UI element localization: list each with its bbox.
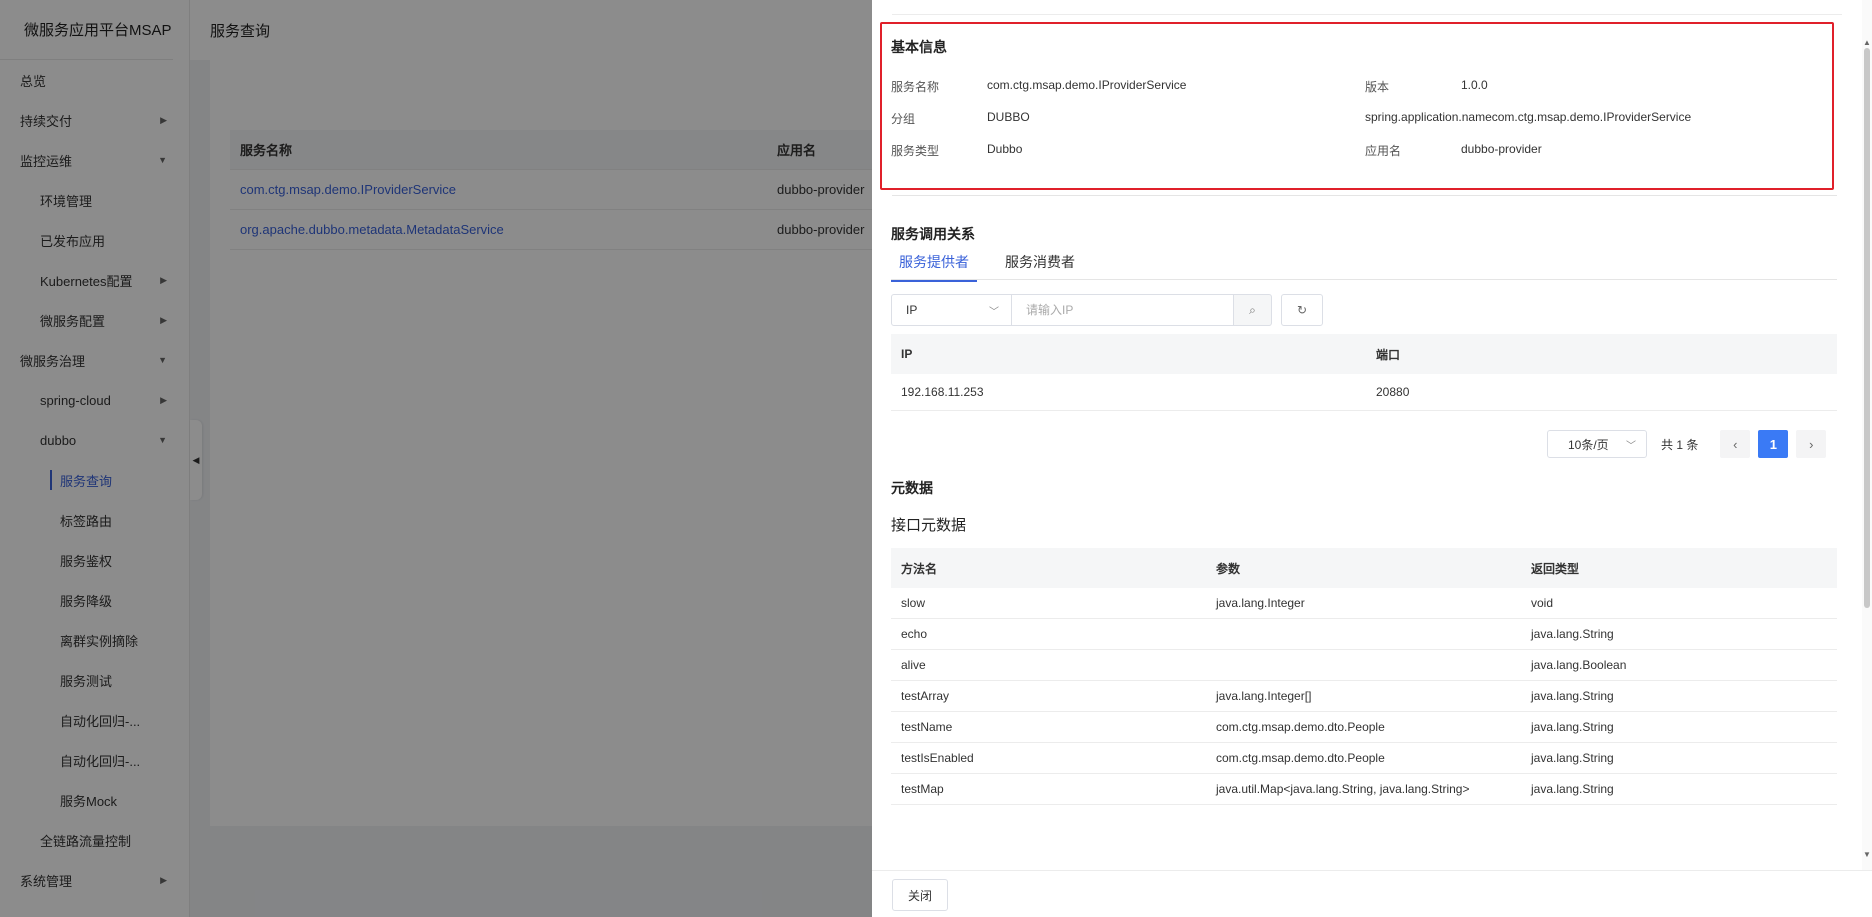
table-row: slow java.lang.Integer void (891, 588, 1837, 619)
metadata-title: 元数据 (891, 480, 933, 496)
params-cell: java.util.Map<java.lang.String, java.lan… (1216, 782, 1470, 796)
app-name-value: dubbo-provider (1461, 142, 1542, 156)
method-cell: alive (901, 658, 926, 672)
return-type-cell: java.lang.String (1531, 627, 1614, 641)
spring-app-name-value: spring.application.namecom.ctg.msap.demo… (1365, 110, 1692, 124)
metadata-table: 方法名 参数 返回类型 slow java.lang.Integer void ech… (891, 548, 1837, 805)
column-header-method: 方法名 (901, 561, 938, 576)
table-row: testArray java.lang.Integer[] java.lang.St… (891, 681, 1837, 712)
next-page-button[interactable]: › (1796, 430, 1827, 458)
tab-providers[interactable]: 服务提供者 (891, 252, 977, 282)
search-field-value: IP (906, 303, 918, 317)
scroll-thumb[interactable] (1864, 48, 1870, 608)
table-row: alive java.lang.Boolean (891, 650, 1837, 681)
pagination: 10条/页 ﹀ 共 1 条 ‹ 1 › (1547, 430, 1827, 458)
return-type-cell: java.lang.String (1531, 720, 1614, 734)
version-value: 1.0.0 (1461, 78, 1488, 92)
return-type-cell: java.lang.String (1531, 751, 1614, 765)
chevron-down-icon: ﹀ (989, 307, 999, 318)
chevron-right-icon: › (1809, 436, 1814, 452)
params-cell: com.ctg.msap.demo.dto.People (1216, 720, 1385, 734)
return-type-cell: java.lang.String (1531, 689, 1614, 703)
method-cell: testIsEnabled (901, 751, 974, 765)
tab-consumers[interactable]: 服务消费者 (1005, 252, 1075, 282)
page-size-select[interactable]: 10条/页 ﹀ (1547, 430, 1647, 458)
method-cell: testArray (901, 689, 950, 703)
table-row: echo java.lang.String (891, 619, 1837, 650)
method-cell: echo (901, 627, 928, 641)
close-button[interactable]: 关闭 (892, 879, 948, 911)
return-type-cell: java.lang.Boolean (1531, 658, 1627, 672)
table-header: IP 端口 (891, 334, 1837, 374)
relation-tabs: 服务提供者 服务消费者 (891, 252, 1103, 282)
basic-info-title: 基本信息 (891, 39, 947, 55)
column-header-return: 返回类型 (1531, 561, 1580, 576)
search-icon: ⌕ (1249, 302, 1256, 317)
search-button[interactable]: ⌕ (1234, 294, 1272, 326)
refresh-icon: ↻ (1296, 303, 1308, 317)
scroll-up-icon[interactable]: ▲ (1863, 38, 1871, 47)
chevron-down-icon: ﹀ (1626, 441, 1636, 452)
column-header-ip: IP (901, 347, 913, 361)
search-field-select[interactable]: IP ﹀ (891, 294, 1012, 326)
return-type-cell: java.lang.String (1531, 782, 1614, 796)
table-row: testIsEnabled com.ctg.msap.demo.dto.Peopl… (891, 743, 1837, 774)
service-type-label: 服务类型 (891, 144, 940, 158)
params-cell: java.lang.Integer[] (1216, 689, 1312, 703)
ip-cell: 192.168.11.253 (901, 385, 984, 399)
ip-search-group: IP ﹀ ⌕ (891, 294, 1272, 326)
total-count: 共 1 条 (1661, 437, 1699, 452)
relations-title: 服务调用关系 (891, 226, 975, 242)
group-value: DUBBO (987, 110, 1030, 124)
app-name-label: 应用名 (1365, 144, 1402, 158)
interface-metadata-subtitle: 接口元数据 (891, 517, 967, 534)
ip-search-input[interactable] (1012, 294, 1234, 326)
chevron-left-icon: ‹ (1733, 436, 1738, 452)
table-row: testName com.ctg.msap.demo.dto.People java… (891, 712, 1837, 743)
page-number-button[interactable]: 1 (1758, 430, 1789, 458)
table-header: 方法名 参数 返回类型 (891, 548, 1837, 588)
prev-page-button[interactable]: ‹ (1720, 430, 1751, 458)
column-header-params: 参数 (1216, 561, 1241, 576)
params-cell: java.lang.Integer (1216, 596, 1305, 610)
table-row: 192.168.11.253 20880 (891, 374, 1837, 411)
scroll-down-icon[interactable]: ▼ (1863, 850, 1871, 859)
table-row: testMap java.util.Map<java.lang.String, j… (891, 774, 1837, 805)
provider-table: IP 端口 192.168.11.253 20880 (891, 334, 1837, 411)
return-type-cell: void (1531, 596, 1554, 610)
service-name-value: com.ctg.msap.demo.IProviderService (987, 78, 1187, 92)
drawer-footer: 关闭 (872, 870, 1872, 917)
basic-info-highlight (880, 22, 1834, 190)
drawer-scrollbar[interactable]: ▲ ▼ (1862, 0, 1872, 870)
page-size-value: 10条/页 (1568, 437, 1609, 452)
refresh-button[interactable]: ↻ (1281, 294, 1323, 326)
method-cell: slow (901, 596, 926, 610)
service-type-value: Dubbo (987, 142, 1023, 156)
group-label: 分组 (891, 112, 916, 126)
service-detail-drawer: 基本信息 服务名称 com.ctg.msap.demo.IProviderSer… (872, 0, 1872, 917)
service-name-label: 服务名称 (891, 80, 940, 94)
port-cell: 20880 (1376, 385, 1410, 399)
column-header-port: 端口 (1376, 347, 1401, 362)
method-cell: testName (901, 720, 953, 734)
version-label: 版本 (1365, 80, 1390, 94)
method-cell: testMap (901, 782, 944, 796)
params-cell: com.ctg.msap.demo.dto.People (1216, 751, 1385, 765)
drawer-body: 基本信息 服务名称 com.ctg.msap.demo.IProviderSer… (872, 0, 1862, 870)
